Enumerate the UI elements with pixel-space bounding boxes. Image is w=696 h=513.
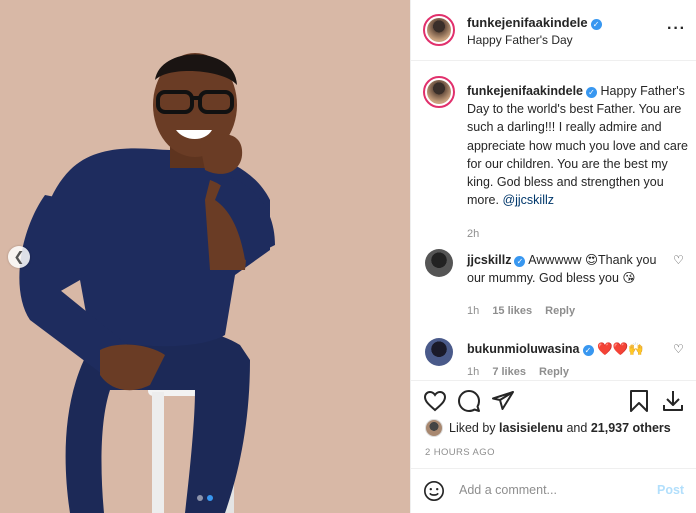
bookmark-icon[interactable]	[627, 389, 651, 413]
emoji-icon[interactable]	[423, 480, 445, 502]
commenter-avatar[interactable]	[425, 338, 453, 366]
commenter-username[interactable]: jjcskillz	[467, 253, 511, 267]
post-panel: funkejenifaakindele ✓ Happy Father's Day …	[410, 0, 696, 513]
verified-icon: ✓	[514, 256, 526, 267]
comment-icon[interactable]	[457, 389, 481, 413]
comment-body: ❤️❤️🙌	[597, 342, 644, 356]
chevron-left-icon: ❮	[13, 249, 25, 264]
like-comment-icon[interactable]: ♡	[673, 253, 684, 267]
likes-summary: Liked by lasisielenu and 21,937 others	[425, 419, 671, 437]
caption-time[interactable]: 2h	[467, 228, 479, 240]
likes-others[interactable]: 21,937 others	[591, 421, 671, 435]
carousel-dot	[197, 495, 203, 501]
caption-avatar[interactable]	[423, 76, 455, 108]
comments-section: funkejenifaakindele ✓ Happy Father's Day …	[411, 62, 696, 380]
commenter-username[interactable]: bukunmioluwasina	[467, 342, 580, 356]
download-icon[interactable]	[661, 389, 685, 413]
carousel-indicator	[197, 495, 213, 501]
comment-composer: Add a comment... Post	[411, 468, 696, 513]
comment-meta: 1h 15 likes Reply	[467, 305, 585, 317]
post-comment-button[interactable]: Post	[657, 483, 684, 497]
liker-avatar[interactable]	[425, 419, 443, 437]
comment-time[interactable]: 1h	[467, 305, 479, 317]
post-location[interactable]: Happy Father's Day	[467, 33, 573, 47]
comment-likes[interactable]: 7 likes	[492, 366, 526, 378]
caption-username[interactable]: funkejenifaakindele	[467, 84, 583, 98]
heart-icon[interactable]	[423, 389, 447, 413]
photo-illustration	[0, 0, 410, 513]
verified-icon: ✓	[582, 345, 594, 356]
comment-input[interactable]: Add a comment...	[459, 483, 557, 497]
caption-body: Happy Father's Day to the world's best F…	[467, 84, 688, 208]
like-comment-icon[interactable]: ♡	[673, 342, 684, 356]
caption-mention[interactable]: @jjcskillz	[502, 193, 554, 207]
liker-username[interactable]: lasisielenu	[499, 421, 563, 435]
comment-text: bukunmioluwasina ✓ ❤️❤️🙌	[467, 340, 672, 358]
commenter-avatar[interactable]	[425, 249, 453, 277]
verified-icon: ✓	[590, 19, 602, 30]
comment-likes[interactable]: 15 likes	[492, 305, 532, 317]
share-icon[interactable]	[491, 389, 515, 413]
post-actions: Liked by lasisielenu and 21,937 others 2…	[411, 380, 696, 468]
author-avatar[interactable]	[423, 14, 455, 46]
caption-text: funkejenifaakindele ✓ Happy Father's Day …	[467, 82, 689, 209]
comment-meta: 1h 7 likes Reply	[467, 366, 579, 378]
reply-button[interactable]: Reply	[545, 305, 575, 317]
carousel-dot-active	[207, 495, 213, 501]
verified-icon: ✓	[586, 87, 598, 98]
post-photo[interactable]: ❮	[0, 0, 410, 513]
more-options-icon[interactable]: ···	[667, 20, 686, 38]
comment-time[interactable]: 1h	[467, 366, 479, 378]
action-icons	[423, 389, 685, 417]
reply-button[interactable]: Reply	[539, 366, 569, 378]
post-timestamp[interactable]: 2 HOURS AGO	[425, 447, 495, 458]
post-header: funkejenifaakindele ✓ Happy Father's Day …	[411, 0, 696, 61]
comment-text: jjcskillz ✓ Awwwww 😍Thank you our mummy. …	[467, 251, 672, 287]
previous-photo-button[interactable]: ❮	[8, 246, 30, 268]
author-username[interactable]: funkejenifaakindele ✓	[467, 15, 602, 30]
